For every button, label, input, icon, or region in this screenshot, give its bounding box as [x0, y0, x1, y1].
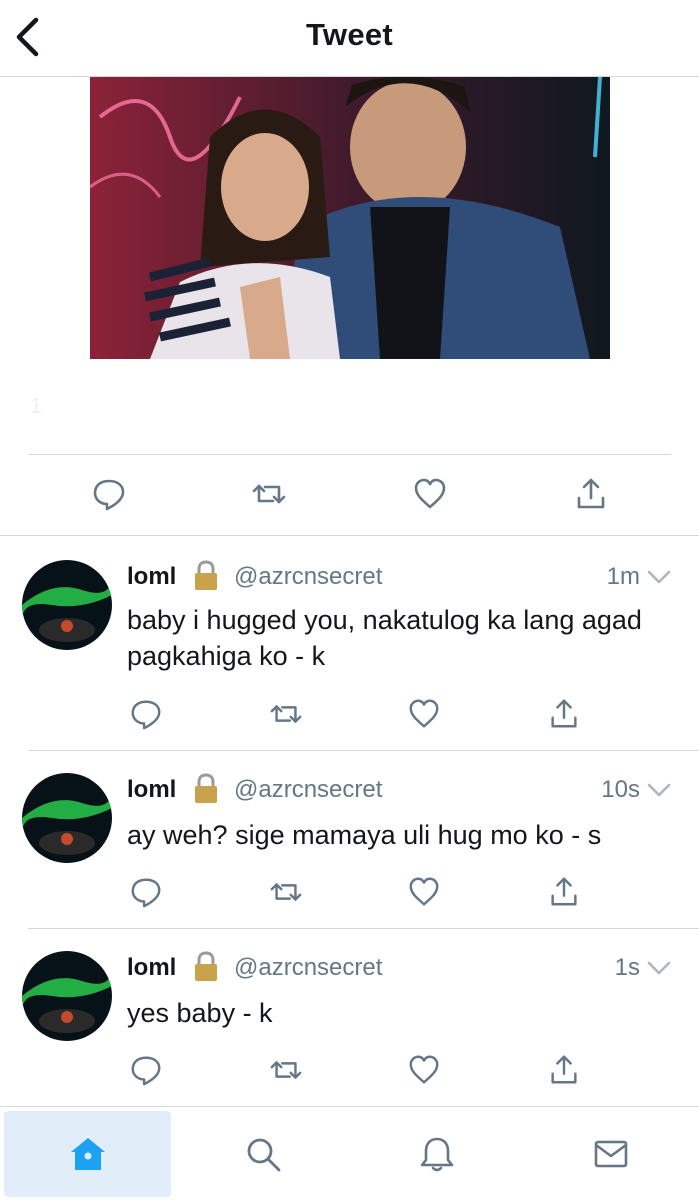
tweet-photo[interactable]	[90, 77, 610, 359]
tweet-text: ay weh? sige mamaya uli hug mo ko - s	[127, 820, 602, 850]
reply-icon	[131, 878, 161, 908]
like-button[interactable]	[407, 1053, 441, 1087]
retweet-icon	[270, 705, 302, 723]
reply-tweet[interactable]: loml @azrcnsecret 1m baby i hugged you, …	[0, 536, 699, 750]
reply-button[interactable]	[91, 476, 127, 512]
retweet-icon	[270, 883, 302, 901]
timestamp: 1m	[606, 563, 640, 590]
lock-icon	[195, 951, 217, 981]
user-handle[interactable]: @azrcnsecret	[234, 954, 382, 982]
divider	[28, 454, 671, 455]
home-icon	[70, 1138, 105, 1170]
like-icon	[409, 877, 439, 906]
user-handle[interactable]: @azrcnsecret	[234, 563, 382, 591]
avatar[interactable]	[22, 560, 112, 650]
search-icon	[247, 1138, 281, 1172]
page-title: Tweet	[305, 17, 394, 52]
reply-button[interactable]	[129, 1053, 163, 1087]
reply-icon	[131, 700, 161, 730]
share-icon	[577, 478, 605, 509]
lock-icon	[195, 773, 217, 803]
share-button[interactable]	[573, 476, 609, 512]
reply-button[interactable]	[129, 697, 163, 731]
like-button[interactable]	[407, 875, 441, 909]
share-icon	[551, 1055, 577, 1084]
bottom-tab-bar	[0, 1106, 699, 1201]
display-name[interactable]: loml	[127, 563, 176, 591]
avatar[interactable]	[22, 773, 112, 863]
like-icon	[409, 1055, 439, 1084]
tab-notifications[interactable]	[352, 1111, 522, 1197]
reply-icon	[93, 479, 125, 511]
share-button[interactable]	[547, 1053, 581, 1087]
top-bar: Tweet	[0, 0, 699, 77]
retweet-button[interactable]	[251, 476, 287, 512]
chevron-down-icon[interactable]	[646, 781, 672, 799]
messages-icon	[594, 1140, 628, 1168]
like-button[interactable]	[412, 476, 448, 512]
reply-tweet[interactable]: loml @azrcnsecret 10s ay weh? sige mamay…	[0, 751, 699, 928]
timestamp: 1s	[614, 954, 640, 981]
display-name[interactable]: loml	[127, 954, 176, 982]
tab-messages[interactable]	[526, 1111, 696, 1197]
retweet-button[interactable]	[269, 875, 303, 909]
timestamp: 10s	[601, 776, 640, 803]
retweet-button[interactable]	[269, 697, 303, 731]
share-icon	[551, 699, 577, 728]
chevron-down-icon[interactable]	[646, 959, 672, 977]
tab-home[interactable]	[4, 1111, 171, 1197]
tab-search[interactable]	[178, 1111, 348, 1197]
like-button[interactable]	[407, 697, 441, 731]
share-icon	[551, 877, 577, 906]
like-icon	[409, 699, 439, 728]
display-name[interactable]: loml	[127, 776, 176, 804]
avatar[interactable]	[22, 951, 112, 1041]
retweet-button[interactable]	[269, 1053, 303, 1087]
notifications-icon	[420, 1137, 454, 1172]
chevron-down-icon[interactable]	[646, 568, 672, 586]
lock-icon	[195, 560, 217, 590]
reply-icon	[131, 1056, 161, 1086]
like-icon	[414, 478, 446, 509]
tweet-text: yes baby - k	[127, 998, 273, 1028]
share-button[interactable]	[547, 697, 581, 731]
user-handle[interactable]: @azrcnsecret	[234, 776, 382, 804]
retweet-icon	[252, 484, 286, 504]
tweet-text: baby i hugged you, nakatulog ka lang aga…	[127, 605, 642, 671]
retweet-count: 1	[30, 393, 43, 418]
reply-button[interactable]	[129, 875, 163, 909]
retweet-icon	[270, 1061, 302, 1079]
share-button[interactable]	[547, 875, 581, 909]
reply-tweet[interactable]: loml @azrcnsecret 1s yes baby - k	[0, 929, 699, 1105]
